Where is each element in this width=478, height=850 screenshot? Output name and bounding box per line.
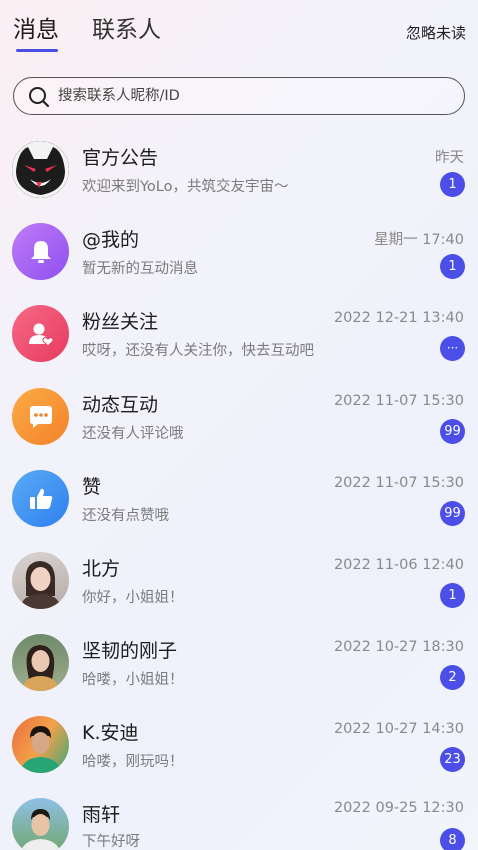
conversation-user[interactable]: K.安迪 哈喽，刚玩吗！ 2022 10-27 14:30 23	[0, 713, 478, 795]
conversation-preview: 暂无新的互动消息	[82, 261, 198, 277]
conversation-name: K.安迪	[82, 722, 139, 744]
conversation-interaction[interactable]: 动态互动 还没有人评论哦 2022 11-07 15:30 99	[0, 385, 478, 467]
unread-badge: 99	[440, 419, 465, 444]
conversation-time: 2022 11-07 15:30	[333, 475, 464, 491]
search-icon	[29, 87, 50, 108]
unread-badge: 23	[440, 747, 465, 772]
conversation-time: 2022 10-27 14:30	[333, 721, 464, 737]
conversation-user[interactable]: 雨轩 下午好呀 2022 09-25 12:30 8	[0, 795, 478, 850]
search-bar[interactable]	[13, 77, 465, 115]
unread-badge: 1	[440, 254, 465, 279]
conversation-fans[interactable]: 粉丝关注 哎呀，还没有人关注你，快去互动吧 2022 12-21 13:40 ·…	[0, 301, 478, 383]
conversation-name: 北方	[82, 558, 121, 580]
conversation-name: 赞	[82, 476, 102, 498]
conversation-time: 2022 12-21 13:40	[333, 310, 464, 326]
conversation-name: 雨轩	[82, 804, 121, 826]
conversation-time: 2022 11-07 15:30	[333, 393, 464, 409]
ignore-unread-button[interactable]: 忽略未读	[406, 22, 466, 43]
conversation-name: 动态互动	[82, 394, 159, 416]
conversation-name: 官方公告	[82, 147, 159, 169]
avatar	[12, 716, 69, 773]
user-heart-icon	[12, 305, 69, 362]
conversation-preview: 还没有点赞哦	[82, 508, 169, 524]
conversation-name: @我的	[82, 229, 140, 251]
thumbs-up-icon	[12, 470, 69, 527]
conversation-user[interactable]: 坚韧的刚子 哈喽，小姐姐！ 2022 10-27 18:30 2	[0, 631, 478, 713]
unread-badge: ···	[440, 336, 465, 361]
conversation-user[interactable]: 北方 你好，小姐姐！ 2022 11-06 12:40 1	[0, 549, 478, 631]
avatar	[12, 798, 69, 850]
tab-messages[interactable]: 消息	[13, 14, 59, 46]
conversation-preview: 你好，小姐姐！	[82, 590, 184, 606]
conversation-preview: 哈喽，小姐姐！	[82, 672, 184, 688]
avatar	[12, 634, 69, 691]
tab-contacts[interactable]: 联系人	[92, 14, 161, 46]
conversation-time: 2022 11-06 12:40	[333, 557, 464, 573]
conversation-preview: 还没有人评论哦	[82, 426, 184, 442]
conversation-preview: 欢迎来到YoLo，共筑交友宇宙～	[82, 179, 289, 195]
unread-badge: 1	[440, 583, 465, 608]
top-bar: 消息 联系人 忽略未读	[0, 0, 478, 62]
bell-icon	[12, 223, 69, 280]
conversation-name: 坚韧的刚子	[82, 640, 178, 662]
conversation-preview: 哎呀，还没有人关注你，快去互动吧	[82, 343, 314, 359]
conversation-time: 2022 10-27 18:30	[333, 639, 464, 655]
conversation-likes[interactable]: 赞 还没有点赞哦 2022 11-07 15:30 99	[0, 467, 478, 549]
conversation-preview: 哈喽，刚玩吗！	[82, 754, 184, 770]
unread-badge: 1	[440, 172, 465, 197]
avatar	[12, 552, 69, 609]
conversation-preview: 下午好呀	[82, 834, 140, 850]
unread-badge: 2	[440, 665, 465, 690]
cat-mascot-icon	[12, 141, 69, 198]
chat-bubble-icon	[12, 388, 69, 445]
unread-badge: 99	[440, 501, 465, 526]
conversation-official[interactable]: 官方公告 欢迎来到YoLo，共筑交友宇宙～ 昨天 1	[0, 137, 478, 219]
conversation-mentions[interactable]: @我的 暂无新的互动消息 星期一 17:40 1	[0, 219, 478, 301]
conversation-time: 昨天	[435, 150, 464, 166]
search-input[interactable]	[58, 78, 448, 113]
active-tab-indicator	[16, 49, 58, 52]
unread-badge: 8	[440, 828, 465, 850]
conversation-time: 星期一 17:40	[374, 232, 464, 248]
conversation-name: 粉丝关注	[82, 311, 159, 333]
conversation-time: 2022 09-25 12:30	[333, 800, 464, 816]
